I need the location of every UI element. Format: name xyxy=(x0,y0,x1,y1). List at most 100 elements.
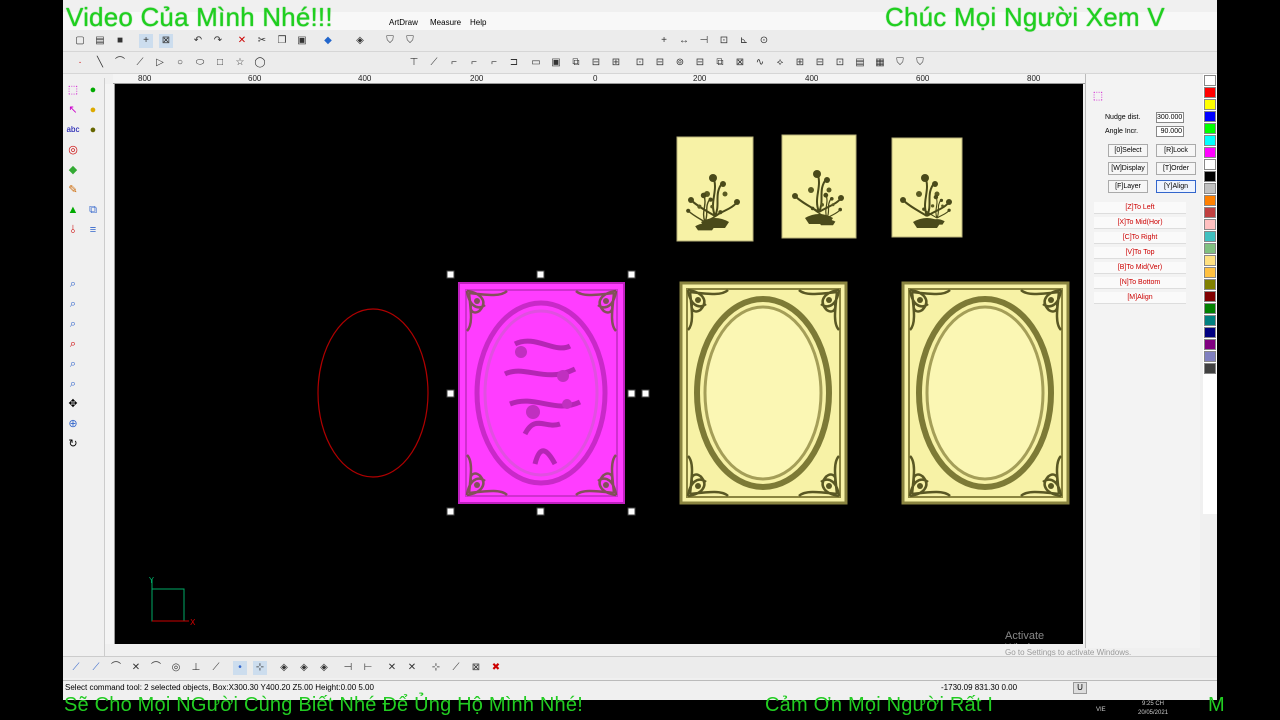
align-to-top-button[interactable]: [V]To Top xyxy=(1094,247,1186,259)
mirror-icon[interactable]: ⧉ xyxy=(569,56,583,70)
snap-point-icon[interactable]: • xyxy=(233,661,247,675)
grid-icon[interactable]: ⊞ xyxy=(793,56,807,70)
select-tool-icon[interactable]: ⬚ xyxy=(65,82,81,98)
display-mode-button[interactable]: [W]Display xyxy=(1108,162,1148,175)
pill-icon[interactable]: ▭ xyxy=(529,56,543,70)
reduce-icon[interactable]: ⊠ xyxy=(469,661,483,675)
offset-icon[interactable]: ⊐ xyxy=(507,56,521,70)
bulb-yellow-icon[interactable]: ● xyxy=(85,102,101,118)
render-icon[interactable]: ◆ xyxy=(321,34,335,48)
color-swatch[interactable] xyxy=(1204,195,1216,206)
polyline-icon[interactable]: ⟋ xyxy=(133,56,147,70)
zoom-out-icon[interactable]: ⌕ xyxy=(65,316,81,332)
tray-date[interactable]: 20/05/2021 xyxy=(1138,710,1168,716)
zoom-real-icon[interactable]: ⊕ xyxy=(65,416,81,432)
shield-tool-alt-icon[interactable]: ⛉ xyxy=(913,56,927,70)
group-icon[interactable]: ⊡ xyxy=(633,56,647,70)
zoom-view-icon[interactable]: ⊙ xyxy=(757,34,771,48)
line-icon[interactable]: ╲ xyxy=(93,56,107,70)
wave-icon[interactable]: ∿ xyxy=(753,56,767,70)
curve-edit-icon[interactable]: ⌒ xyxy=(109,661,123,675)
ellipse-outline[interactable] xyxy=(317,308,429,478)
lock-mode-button[interactable]: [R]Lock xyxy=(1156,144,1196,157)
line-edit-icon[interactable]: ⟋ xyxy=(69,661,83,675)
shield-icon[interactable]: ⛉ xyxy=(383,34,397,48)
menu-help[interactable]: Help xyxy=(470,18,486,27)
star-icon[interactable]: ☆ xyxy=(233,56,247,70)
select-mode-button[interactable]: [0]Select xyxy=(1108,144,1148,157)
snap-node-icon[interactable]: ⊹ xyxy=(253,661,267,675)
rotate-view-icon[interactable]: ↻ xyxy=(65,436,81,452)
delete-icon[interactable]: ✕ xyxy=(235,34,249,48)
relief-tool-icon[interactable]: ▲ xyxy=(65,202,81,218)
color-swatch[interactable] xyxy=(1204,219,1216,230)
cross-edit-icon[interactable]: ✕ xyxy=(129,661,143,675)
align-button[interactable]: [M]Align xyxy=(1094,292,1186,304)
shield-alt-icon[interactable]: ⛉ xyxy=(403,34,417,48)
copy-icon[interactable]: ❐ xyxy=(275,34,289,48)
panel-select-icon[interactable]: ⬚ xyxy=(1090,88,1106,104)
align-to-mid-ver-button[interactable]: [B]To Mid(Ver) xyxy=(1094,262,1186,274)
smooth-icon[interactable]: ⟋ xyxy=(449,661,463,675)
angle-increment-input[interactable]: 90.000 xyxy=(1156,126,1184,137)
diamond-edit-icon[interactable]: ◈ xyxy=(277,661,291,675)
nudge-distance-input[interactable]: 300.000 xyxy=(1156,112,1184,123)
ungroup-icon[interactable]: ⊟ xyxy=(653,56,667,70)
point-icon[interactable]: · xyxy=(73,56,87,70)
transform-icon[interactable]: ⟡ xyxy=(773,56,787,70)
align-to-right-button[interactable]: [C]To Right xyxy=(1094,232,1186,244)
color-swatch[interactable] xyxy=(1204,303,1216,314)
color-swatch[interactable] xyxy=(1204,87,1216,98)
small-panel-3[interactable] xyxy=(891,137,963,238)
color-swatch[interactable] xyxy=(1204,231,1216,242)
circle-icon[interactable]: ○ xyxy=(173,56,187,70)
align-to-bottom-button[interactable]: [N]To Bottom xyxy=(1094,277,1186,289)
ring-tool-icon[interactable]: ◎ xyxy=(65,142,81,158)
break-2-icon[interactable]: ✕ xyxy=(405,661,419,675)
view-icon[interactable]: ◈ xyxy=(353,34,367,48)
layers-icon[interactable]: ⧉ xyxy=(85,202,101,218)
perpendicular-icon[interactable]: ⊥ xyxy=(189,661,203,675)
fill-icon[interactable]: ▤ xyxy=(853,56,867,70)
color-swatch[interactable] xyxy=(1204,75,1216,86)
zoom-in-icon[interactable]: ⌕ xyxy=(65,296,81,312)
new-file-icon[interactable]: ▢ xyxy=(73,34,87,48)
oval-frame-panel-1[interactable] xyxy=(679,281,848,505)
color-swatch[interactable] xyxy=(1204,279,1216,290)
measure-icon[interactable]: ↔ xyxy=(677,34,691,48)
color-swatch[interactable] xyxy=(1204,315,1216,326)
drawing-canvas[interactable]: Y X Activate Windows xyxy=(115,84,1083,644)
zoom-select-icon[interactable]: ⌕ xyxy=(65,276,81,292)
color-swatch[interactable] xyxy=(1204,267,1216,278)
scale-obj-icon[interactable]: ⊟ xyxy=(693,56,707,70)
small-panel-2[interactable] xyxy=(781,134,857,239)
align-to-mid-hor-button[interactable]: [X]To Mid(Hor) xyxy=(1094,217,1186,229)
circle-outline-icon[interactable]: ◯ xyxy=(253,56,267,70)
polyline-edit-icon[interactable]: ⟋ xyxy=(89,661,103,675)
color-swatch[interactable] xyxy=(1204,183,1216,194)
color-swatch[interactable] xyxy=(1204,171,1216,182)
frame-icon[interactable]: ▣ xyxy=(549,56,563,70)
bulb-dark-icon[interactable]: ● xyxy=(85,122,101,138)
color-swatch[interactable] xyxy=(1204,291,1216,302)
unit-indicator[interactable]: U xyxy=(1073,682,1087,694)
bulb-green-icon[interactable]: ● xyxy=(85,82,101,98)
color-swatch[interactable] xyxy=(1204,159,1216,170)
array-icon[interactable]: ⊟ xyxy=(589,56,603,70)
align-to-left-button[interactable]: [Z]To Left xyxy=(1094,202,1186,214)
ellipse-icon[interactable]: ⬭ xyxy=(193,56,207,70)
color-swatch[interactable] xyxy=(1204,363,1216,374)
text-tool-icon[interactable]: abc xyxy=(65,122,81,138)
add-node-icon[interactable]: + xyxy=(657,34,671,48)
cut-icon[interactable]: ✂ xyxy=(255,34,269,48)
paste-icon[interactable]: ▣ xyxy=(295,34,309,48)
trim-edit-icon[interactable]: ⊣ xyxy=(341,661,355,675)
align-icon[interactable]: ⊣ xyxy=(697,34,711,48)
rectangle-icon[interactable]: □ xyxy=(213,56,227,70)
diamond-tool-icon[interactable]: ◆ xyxy=(65,162,81,178)
extend-icon[interactable]: ⟋ xyxy=(427,56,441,70)
color-swatch[interactable] xyxy=(1204,339,1216,350)
zoom-pen-icon[interactable]: ⌕ xyxy=(65,336,81,352)
oval-frame-panel-2[interactable] xyxy=(901,281,1070,505)
save-icon[interactable]: ■ xyxy=(113,34,127,48)
